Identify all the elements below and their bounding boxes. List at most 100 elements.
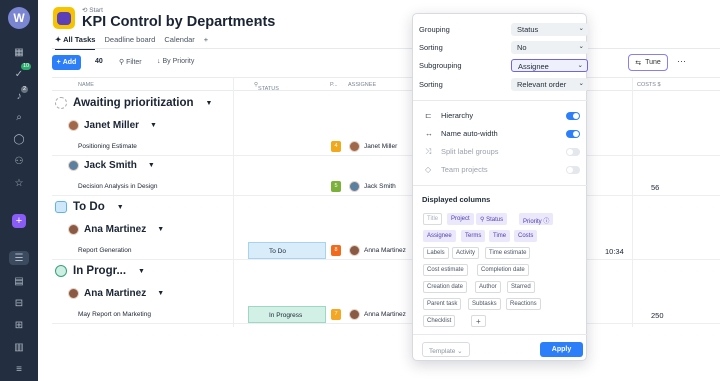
priority-badge[interactable]: 8: [331, 245, 341, 256]
grid-icon[interactable]: ▦: [11, 45, 27, 59]
priority-badge[interactable]: 4: [331, 141, 341, 152]
breadcrumb[interactable]: ⟲ Start: [82, 6, 103, 14]
status-label: To Do: [269, 248, 286, 255]
shield-icon: ◇: [425, 165, 432, 174]
star-icon[interactable]: ☆: [11, 176, 27, 190]
chip-activity[interactable]: Activity: [452, 247, 480, 259]
col-priority[interactable]: P...: [330, 82, 338, 88]
chip-creation-date[interactable]: Creation date: [423, 281, 468, 293]
table-view-icon[interactable]: ⊞: [11, 318, 27, 332]
caret-down-icon[interactable]: ▼: [157, 290, 164, 297]
table-row[interactable]: Positioning Estimate 4 Janet Miller: [52, 138, 720, 156]
chip-completion-date[interactable]: Completion date: [477, 264, 529, 276]
app-logo[interactable]: W: [8, 7, 30, 29]
caret-down-icon[interactable]: ▼: [148, 162, 155, 169]
group-header[interactable]: To Do ▼: [55, 201, 124, 213]
col-name[interactable]: NAME: [78, 82, 94, 88]
tune-button[interactable]: ⇆ Tune: [628, 54, 668, 71]
subgroup-header[interactable]: Janet Miller ▼: [68, 120, 157, 131]
assignee[interactable]: Jack Smith: [349, 181, 396, 192]
col-costs[interactable]: COSTS $: [637, 82, 661, 88]
apply-button[interactable]: Apply: [540, 342, 583, 357]
cost-value[interactable]: 250: [651, 311, 664, 320]
task-name[interactable]: Positioning Estimate: [78, 143, 137, 150]
chat-icon[interactable]: ◯: [11, 132, 27, 146]
task-name[interactable]: May Report on Marketing: [78, 311, 151, 318]
chevron-down-icon[interactable]: ⌄: [254, 16, 262, 27]
caret-down-icon[interactable]: ▼: [150, 122, 157, 129]
timeline-view-icon[interactable]: ≡: [11, 362, 27, 376]
task-name[interactable]: Decision Analysis in Design: [78, 183, 157, 190]
split-toggle[interactable]: [566, 148, 580, 156]
caret-down-icon[interactable]: ▼: [117, 204, 124, 211]
chip-costs[interactable]: Costs: [514, 230, 538, 242]
status-cell[interactable]: In Progress: [248, 306, 326, 323]
caret-down-icon[interactable]: ▼: [138, 268, 145, 275]
chip-cost-estimate[interactable]: Cost estimate: [423, 264, 468, 276]
toggle-row-hierarchy: ⊏ Hierarchy: [425, 110, 580, 122]
more-icon[interactable]: ···: [677, 56, 686, 66]
col-status[interactable]: ⚲ STATUS: [254, 82, 279, 92]
template-label: Template: [429, 348, 456, 355]
col-assignee[interactable]: ASSIGNEE: [348, 82, 376, 88]
task-name[interactable]: Report Generation: [78, 247, 131, 254]
chip-time-estimate[interactable]: Time estimate: [485, 247, 531, 259]
subgroup-header[interactable]: Ana Martinez ▼: [68, 224, 164, 235]
add-column-button[interactable]: +: [471, 315, 486, 327]
chart-view-icon[interactable]: ▥: [11, 340, 27, 354]
add-button[interactable]: + Add: [52, 55, 81, 70]
caret-down-icon[interactable]: ▼: [157, 226, 164, 233]
chip-author[interactable]: Author: [475, 281, 501, 293]
team-toggle[interactable]: [566, 166, 580, 174]
chip-terms[interactable]: Terms: [461, 230, 486, 242]
users-icon[interactable]: ⚇: [11, 154, 27, 168]
grouping-select[interactable]: Status ⌄: [511, 23, 588, 36]
chip-reactions[interactable]: Reactions: [506, 298, 541, 310]
table-row[interactable]: May Report on Marketing In Progress 7 An…: [52, 306, 720, 324]
time-value[interactable]: 10:34: [605, 247, 624, 256]
chip-parent-task[interactable]: Parent task: [423, 298, 462, 310]
sorting-row: Sorting No ⌄: [419, 41, 588, 54]
hierarchy-toggle[interactable]: [566, 112, 580, 120]
chip-labels[interactable]: Labels: [423, 247, 449, 259]
assignee[interactable]: Anna Martinez: [349, 245, 406, 256]
chip-status[interactable]: ⚲ Status: [476, 213, 508, 225]
avatar: [349, 141, 360, 152]
chip-priority[interactable]: Priority ⓘ: [519, 213, 554, 225]
chip-assignee[interactable]: Assignee: [423, 230, 456, 242]
caret-down-icon[interactable]: ▼: [206, 100, 213, 107]
chip-project[interactable]: Project: [447, 213, 474, 225]
chip-title[interactable]: Title: [423, 213, 443, 225]
chip-time[interactable]: Time: [489, 230, 511, 242]
subgrouping-select[interactable]: Assignee ⌄: [511, 59, 588, 72]
assignee[interactable]: Janet Miller: [349, 141, 397, 152]
group-header[interactable]: In Progr... ▼: [55, 265, 145, 277]
table-row[interactable]: Decision Analysis in Design 5 Jack Smith…: [52, 178, 720, 196]
priority-badge[interactable]: 5: [331, 181, 341, 192]
columns-view-icon[interactable]: ⊟: [11, 296, 27, 310]
group-label: To Do: [73, 201, 105, 213]
create-plus-icon[interactable]: +: [12, 214, 26, 228]
template-select[interactable]: Template ⌄: [422, 342, 470, 357]
chip-subtasks[interactable]: Subtasks: [468, 298, 501, 310]
awaiting-icon: [55, 97, 67, 109]
sorting-select[interactable]: No ⌄: [511, 41, 588, 54]
group-header[interactable]: Awaiting prioritization ▼: [55, 97, 212, 109]
board-view-icon[interactable]: ▤: [11, 274, 27, 288]
status-cell[interactable]: To Do: [248, 242, 326, 259]
sort-label: By Priority: [162, 58, 195, 65]
table-row[interactable]: Report Generation To Do 8 Anna Martinez …: [52, 242, 720, 260]
assignee[interactable]: Anna Martinez: [349, 309, 406, 320]
cost-value[interactable]: 56: [651, 183, 659, 192]
autowidth-toggle[interactable]: [566, 130, 580, 138]
search-icon[interactable]: ⌕: [11, 110, 27, 124]
chip-starred[interactable]: Starred: [507, 281, 535, 293]
priority-badge[interactable]: 7: [331, 309, 341, 320]
chip-checklist[interactable]: Checklist: [423, 315, 456, 327]
sort-button[interactable]: ↓ By Priority: [157, 58, 194, 65]
sorting2-select[interactable]: Relevant order ⌄: [511, 78, 588, 91]
list-view-icon[interactable]: ☰: [9, 251, 29, 265]
subgroup-header[interactable]: Ana Martinez ▼: [68, 288, 164, 299]
filter-button[interactable]: ⚲ Filter: [119, 58, 142, 66]
subgroup-header[interactable]: Jack Smith ▼: [68, 160, 155, 171]
